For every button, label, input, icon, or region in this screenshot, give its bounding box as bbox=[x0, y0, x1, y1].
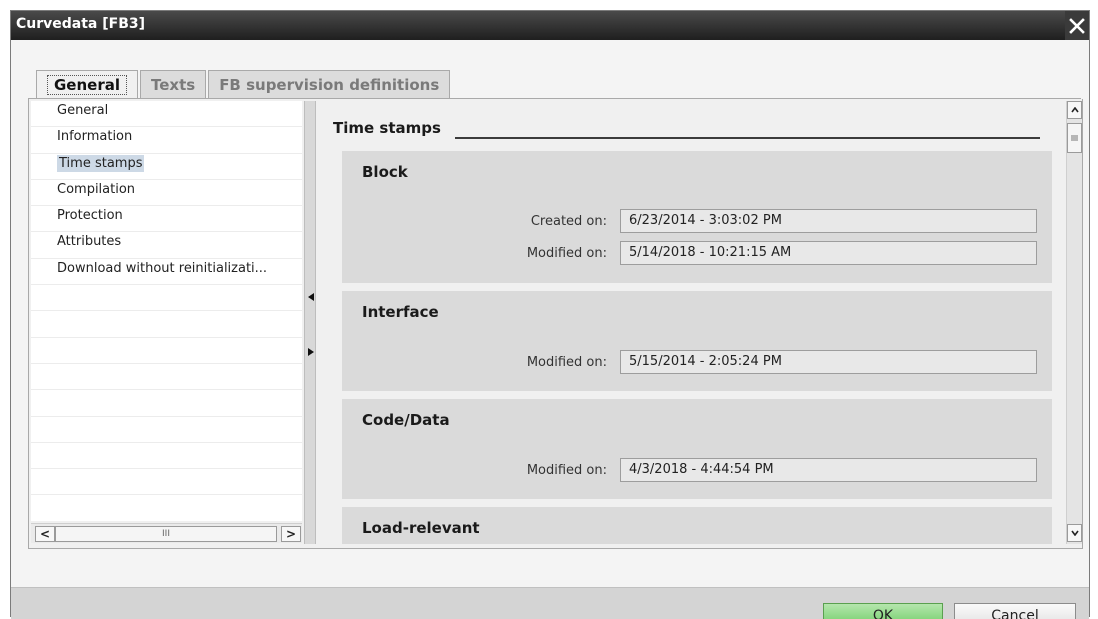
cancel-button[interactable]: Cancel bbox=[954, 603, 1076, 619]
nav-item-label: Attributes bbox=[57, 234, 122, 250]
tab-panel: General Information Time stamps Compilat… bbox=[28, 99, 1083, 549]
nav-empty-row bbox=[31, 285, 302, 312]
expand-right-arrow[interactable] bbox=[306, 346, 315, 358]
modified-on-field[interactable]: 5/14/2018 - 10:21:15 AM bbox=[620, 241, 1037, 265]
nav-empty-row bbox=[31, 338, 302, 364]
modified-on-field[interactable]: 4/3/2018 - 4:44:54 PM bbox=[620, 458, 1037, 482]
created-on-label: Created on: bbox=[530, 214, 607, 229]
tab-fb-supervision-definitions[interactable]: FB supervision definitions bbox=[208, 70, 451, 98]
nav-item-general[interactable]: General bbox=[31, 101, 302, 128]
triangle-left-icon bbox=[307, 293, 314, 301]
grip-icon: III bbox=[162, 529, 170, 539]
main-vertical-scrollbar[interactable] bbox=[1066, 101, 1082, 544]
nav-item-download-without-reinit[interactable]: Download without reinitializati... bbox=[31, 259, 302, 286]
scroll-thumb[interactable]: III bbox=[55, 526, 277, 542]
title-bar[interactable]: Curvedata [FB3] bbox=[11, 11, 1089, 40]
nav-item-protection[interactable]: Protection bbox=[31, 206, 302, 233]
nav-item-compilation[interactable]: Compilation bbox=[31, 180, 302, 207]
nav-empty-row bbox=[31, 469, 302, 496]
modified-on-label: Modified on: bbox=[526, 246, 607, 261]
scroll-right-button[interactable]: > bbox=[281, 526, 301, 542]
nav-item-label: Information bbox=[57, 129, 133, 145]
nav-empty-row bbox=[31, 417, 302, 443]
tab-texts[interactable]: Texts bbox=[140, 70, 207, 98]
created-on-field[interactable]: 6/23/2014 - 3:03:02 PM bbox=[620, 209, 1037, 233]
properties-dialog: Curvedata [FB3] General Texts FB supervi… bbox=[10, 10, 1090, 619]
scroll-up-button[interactable] bbox=[1067, 101, 1082, 119]
group-title: Interface bbox=[362, 303, 439, 321]
nav-item-attributes[interactable]: Attributes bbox=[31, 232, 302, 259]
scroll-thumb[interactable] bbox=[1067, 123, 1082, 153]
nav-empty-row bbox=[31, 390, 302, 417]
group-load-relevant: Load-relevant bbox=[342, 507, 1052, 544]
nav-item-information[interactable]: Information bbox=[31, 127, 302, 154]
ok-button[interactable]: OK bbox=[823, 603, 943, 619]
section-divider bbox=[455, 137, 1040, 139]
nav-item-label: Download without reinitializati... bbox=[57, 260, 268, 276]
nav-item-label: Compilation bbox=[57, 181, 136, 197]
nav-empty-row bbox=[31, 443, 302, 470]
nav-empty-row bbox=[31, 311, 302, 338]
nav-item-label: Protection bbox=[57, 208, 123, 224]
group-code-data: Code/Data Modified on: 4/3/2018 - 4:44:5… bbox=[342, 399, 1052, 499]
nav-horizontal-scrollbar[interactable]: < III > bbox=[31, 523, 302, 543]
collapse-left-arrow[interactable] bbox=[306, 291, 315, 303]
group-interface: Interface Modified on: 5/15/2014 - 2:05:… bbox=[342, 291, 1052, 391]
tab-general[interactable]: General bbox=[36, 70, 138, 99]
chevron-down-icon bbox=[1070, 530, 1079, 536]
tab-fb-supervision-label: FB supervision definitions bbox=[219, 76, 440, 94]
nav-item-label: Time stamps bbox=[57, 154, 145, 172]
modified-on-label: Modified on: bbox=[526, 355, 607, 370]
scroll-left-button[interactable]: < bbox=[35, 526, 55, 542]
tab-texts-label: Texts bbox=[151, 76, 196, 94]
group-title: Load-relevant bbox=[362, 519, 480, 537]
window-title: Curvedata [FB3] bbox=[16, 16, 146, 32]
group-block: Block Created on: 6/23/2014 - 3:03:02 PM… bbox=[342, 151, 1052, 283]
close-button[interactable] bbox=[1065, 11, 1089, 40]
chevron-up-icon bbox=[1070, 107, 1079, 113]
nav-empty-row bbox=[31, 364, 302, 391]
group-title: Code/Data bbox=[362, 411, 450, 429]
modified-on-label: Modified on: bbox=[526, 463, 607, 478]
tab-bar: General Texts FB supervision definitions bbox=[36, 70, 452, 99]
chevron-left-icon: < bbox=[39, 527, 51, 541]
grip-icon bbox=[1071, 135, 1078, 141]
modified-on-field[interactable]: 5/15/2014 - 2:05:24 PM bbox=[620, 350, 1037, 374]
triangle-right-icon bbox=[307, 348, 314, 356]
tab-general-label: General bbox=[47, 75, 127, 95]
dialog-footer: OK Cancel bbox=[11, 587, 1089, 619]
close-icon bbox=[1069, 17, 1085, 34]
nav-item-label: General bbox=[57, 103, 109, 118]
section-title: Time stamps bbox=[333, 119, 441, 137]
nav-tree: General Information Time stamps Compilat… bbox=[31, 101, 302, 521]
scroll-down-button[interactable] bbox=[1067, 524, 1082, 542]
pane-splitter[interactable] bbox=[304, 101, 316, 544]
chevron-right-icon: > bbox=[285, 527, 297, 541]
nav-item-time-stamps[interactable]: Time stamps bbox=[31, 154, 302, 180]
group-title: Block bbox=[362, 163, 408, 181]
dialog-content: General Texts FB supervision definitions… bbox=[11, 40, 1089, 619]
properties-area: Time stamps Block Created on: 6/23/2014 … bbox=[318, 101, 1064, 544]
